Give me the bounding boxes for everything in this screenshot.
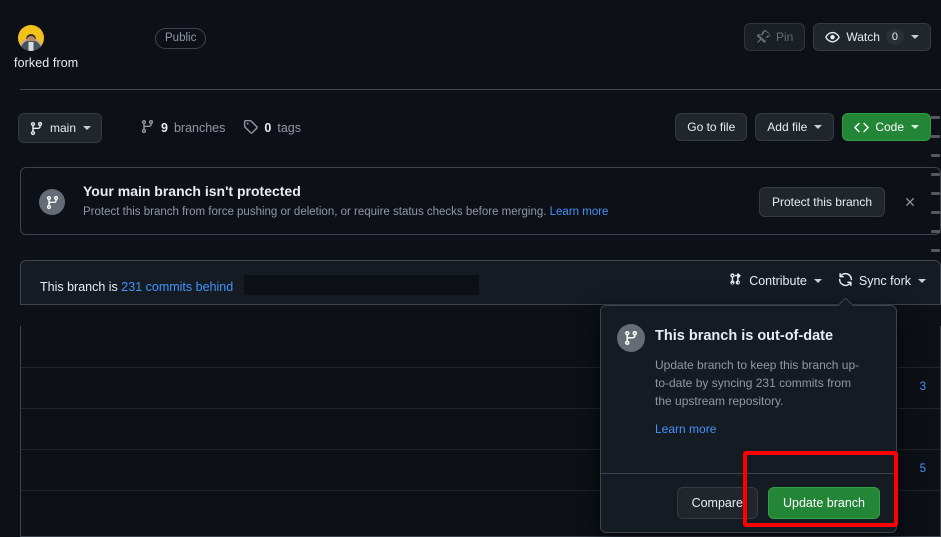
branch-name-label: main [50,119,76,137]
file-actions: Go to file Add file Code [675,113,931,141]
watch-label: Watch [846,28,880,46]
contribute-button[interactable]: Contribute [728,272,822,290]
banner-learn-more-link[interactable]: Learn more [550,206,609,218]
chevron-down-icon [911,125,919,129]
shield-branch-icon [39,189,65,215]
banner-title: Your main branch isn't protected [83,183,301,199]
branch-selector-button[interactable]: main [18,113,102,143]
watch-button[interactable]: Watch 0 [813,23,931,51]
close-icon[interactable] [901,193,919,211]
chevron-down-icon [814,125,822,129]
popover-body: This branch is out-of-date Update branch… [601,306,896,475]
sync-fork-label: Sync fork [859,274,911,288]
rail-line [931,173,940,176]
github-repo-page: forked from Public Pin Watch 0 [0,0,941,537]
status-badge: Public [155,28,206,49]
forked-from-label: forked from [14,56,78,70]
branch-icon [140,119,155,137]
popover-description: Update branch to keep this branch up-to-… [655,356,870,410]
sync-fork-button[interactable]: Sync fork [838,272,926,290]
sync-actions: Contribute Sync fork [728,272,926,290]
pull-request-icon [728,272,743,290]
sync-fork-popover: This branch is out-of-date Update branch… [600,305,897,533]
redacted-upstream-name [244,275,479,295]
popover-title: This branch is out-of-date [655,322,880,350]
row-age: 3 [920,381,926,393]
avatar-shirt [29,42,34,51]
rail-line [931,211,940,214]
update-branch-label: Update branch [783,494,865,512]
tags-count: 0 [264,121,271,135]
branch-icon [29,121,44,136]
chevron-down-icon [911,35,919,39]
banner-description-text: Protect this branch from force pushing o… [83,206,546,218]
chevron-down-icon [918,279,926,283]
rail-line [931,249,940,252]
chevron-down-icon [83,126,91,130]
branch-icon [617,324,645,352]
code-label: Code [875,118,904,136]
popover-learn-more-link[interactable]: Learn more [655,422,716,436]
pin-label: Pin [776,28,793,46]
row-age: 5 [920,463,926,475]
code-icon [854,120,869,135]
branches-count: 9 [161,121,168,135]
eye-icon [825,30,840,45]
protect-this-branch-button[interactable]: Protect this branch [759,187,885,217]
chevron-down-icon [814,279,822,283]
pin-button[interactable]: Pin [744,23,805,51]
compare-button[interactable]: Compare [677,487,758,519]
tags-label: tags [277,121,301,135]
repo-header: forked from Public Pin Watch 0 [0,0,941,90]
avatar[interactable] [18,25,44,51]
add-file-label: Add file [767,118,807,136]
rail-line [931,154,940,157]
contribute-label: Contribute [749,274,807,288]
banner-description: Protect this branch from force pushing o… [83,206,608,218]
protect-branch-label: Protect this branch [772,193,872,211]
branch-meta: 9 branches 0 tags [140,119,301,137]
popover-arrow [839,298,853,306]
header-divider [20,89,941,90]
popover-footer: Compare Update branch [601,473,896,532]
sync-icon [838,272,853,290]
rail-line [931,192,940,195]
rail-line [931,116,940,119]
watch-count: 0 [886,29,904,45]
branches-count-link[interactable]: 9 branches [140,119,225,137]
rail-line [931,135,940,138]
tag-icon [243,119,258,137]
tags-count-link[interactable]: 0 tags [243,119,301,137]
sync-status-text: This branch is 231 commits behind [40,275,479,295]
go-to-file-label: Go to file [687,118,735,136]
sidebar-clipped-rail [927,100,941,430]
add-file-button[interactable]: Add file [755,113,834,141]
update-branch-button[interactable]: Update branch [768,487,880,519]
branch-toolbar: main 9 branches 0 tags Go to file [0,113,941,149]
pin-icon [756,30,770,44]
branches-label: branches [174,121,225,135]
rail-line [931,230,940,233]
commits-behind-link[interactable]: 231 commits behind [121,280,233,294]
compare-label: Compare [692,494,743,512]
fork-sync-bar: This branch is 231 commits behind Contri… [20,260,941,305]
header-actions: Pin Watch 0 [744,23,931,51]
sync-prefix-label: This branch is [40,280,118,294]
go-to-file-button[interactable]: Go to file [675,113,747,141]
branch-protection-banner: Your main branch isn't protected Protect… [20,167,941,235]
code-button[interactable]: Code [842,113,931,141]
